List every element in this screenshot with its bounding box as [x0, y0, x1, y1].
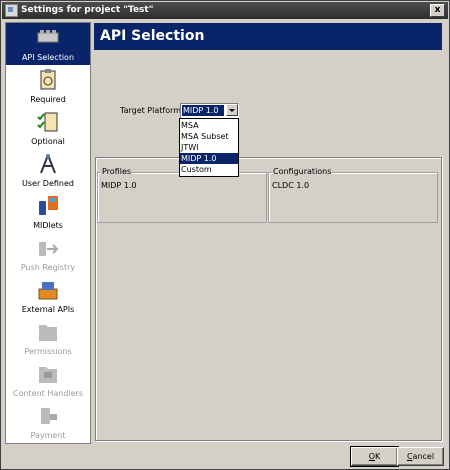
api-selection-icon [37, 30, 59, 43]
app-icon [5, 4, 18, 17]
dropdown-option-msa[interactable]: MSA [180, 120, 238, 131]
sidebar-item-label: MIDlets [33, 221, 63, 230]
configurations-group: Configurations CLDC 1.0 [268, 167, 438, 223]
sidebar-item-label: Push Registry [20, 263, 76, 272]
midlets-icon [39, 196, 58, 215]
sidebar-item-label: Permissions [24, 347, 72, 356]
dropdown-option-jtwi[interactable]: JTWI [180, 142, 238, 153]
sidebar-item-label: Optional [31, 137, 65, 146]
sidebar-item-label: External APIs [21, 305, 75, 314]
profiles-title: Profiles [101, 167, 133, 176]
configurations-value[interactable]: CLDC 1.0 [272, 181, 309, 190]
cancel-label: ancel [412, 452, 435, 461]
ok-button[interactable]: OK [350, 446, 399, 467]
dropdown-option-custom[interactable]: Custom [180, 164, 238, 175]
sidebar-item-optional[interactable]: Optional [6, 107, 90, 149]
sidebar-item-label: Content Handlers [12, 389, 84, 398]
sidebar-item-label: API Selection [21, 53, 75, 62]
window-title: Settings for project "Test" [21, 5, 154, 15]
title-bar[interactable]: Settings for project "Test" x [2, 2, 448, 19]
sidebar-item-midlets[interactable]: MIDlets [6, 191, 90, 233]
required-icon [40, 69, 56, 90]
target-platform-dropdown: MSA MSA Subset JTWI MIDP 1.0 Custom [179, 118, 239, 177]
chevron-down-icon[interactable] [226, 104, 238, 116]
payment-icon [41, 408, 57, 424]
sidebar-item-label: Payment [30, 431, 66, 440]
sidebar-item-required[interactable]: Required [6, 65, 90, 107]
target-platform-label: Target Platform [120, 106, 182, 115]
optional-icon [37, 112, 58, 132]
sidebar-item-label: Required [30, 95, 66, 104]
sidebar-item-label: User Defined [22, 179, 74, 188]
sidebar-item-content-handlers[interactable]: Content Handlers [6, 359, 90, 401]
profiles-value[interactable]: MIDP 1.0 [101, 181, 137, 190]
profiles-group: Profiles MIDP 1.0 [97, 167, 267, 223]
cancel-button[interactable]: Cancel [397, 447, 444, 466]
configurations-title: Configurations [272, 167, 333, 176]
external-apis-icon [38, 282, 58, 300]
sidebar-item-payment[interactable]: Payment [6, 401, 90, 443]
target-platform-select[interactable]: MIDP 1.0 [180, 103, 239, 119]
sidebar-item-push-registry[interactable]: Push Registry [6, 233, 90, 275]
sidebar-item-user-defined[interactable]: User Defined [6, 149, 90, 191]
permissions-icon [39, 325, 57, 341]
push-registry-icon [39, 242, 59, 256]
close-button[interactable]: x [430, 4, 445, 17]
category-sidebar: API Selection Required Optional User Def… [5, 22, 91, 444]
dropdown-option-msa-subset[interactable]: MSA Subset [180, 131, 238, 142]
user-defined-icon [40, 154, 56, 174]
dropdown-option-midp-1-0[interactable]: MIDP 1.0 [180, 153, 238, 164]
sidebar-item-api-selection[interactable]: API Selection [6, 23, 90, 65]
sidebar-item-permissions[interactable]: Permissions [6, 317, 90, 359]
target-platform-value: MIDP 1.0 [182, 105, 224, 116]
page-title: API Selection [100, 28, 205, 44]
ok-label: K [375, 452, 381, 461]
sidebar-item-external-apis[interactable]: External APIs [6, 275, 90, 317]
page-header: API Selection [94, 23, 442, 50]
content-handlers-icon [39, 367, 57, 383]
